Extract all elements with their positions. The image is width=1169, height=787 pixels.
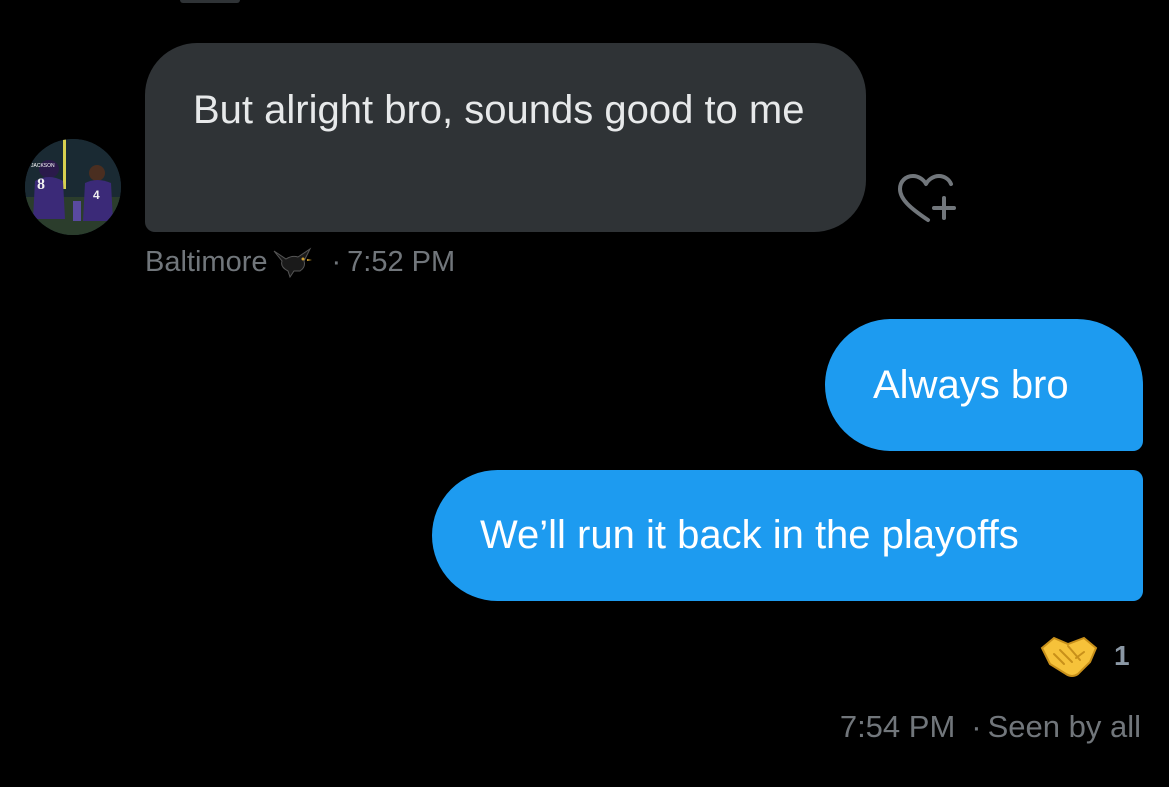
heart-plus-icon[interactable] bbox=[894, 172, 960, 224]
handshake-icon bbox=[1040, 636, 1098, 677]
reaction-count: 1 bbox=[1114, 640, 1130, 671]
seen-status: Seen by all bbox=[987, 709, 1141, 744]
outgoing-message-text: Always bro bbox=[873, 362, 1069, 407]
svg-text:8: 8 bbox=[37, 176, 45, 193]
outgoing-message-bubble[interactable]: Always bro bbox=[825, 319, 1143, 451]
scroll-edge-indicator bbox=[180, 0, 240, 3]
incoming-message-meta: Baltimore · 7:52 PM bbox=[145, 244, 455, 280]
sender-avatar[interactable]: 8 JACKSON 4 bbox=[25, 139, 121, 235]
outgoing-message-status: 7:54 PM · Seen by all bbox=[840, 709, 1141, 745]
blackbird-icon bbox=[270, 245, 314, 279]
sender-name[interactable]: Baltimore bbox=[145, 244, 268, 280]
outgoing-timestamp: 7:54 PM bbox=[839, 709, 956, 744]
meta-separator: · bbox=[971, 709, 982, 744]
svg-text:JACKSON: JACKSON bbox=[31, 163, 55, 169]
incoming-message-text: But alright bro, sounds good to me bbox=[193, 88, 805, 132]
profile-avatar-image: 8 JACKSON 4 bbox=[25, 139, 121, 235]
incoming-timestamp: 7:52 PM bbox=[347, 246, 456, 278]
outgoing-message-bubble[interactable]: We’ll run it back in the playoffs bbox=[432, 470, 1143, 601]
message-reaction[interactable]: 1 bbox=[1040, 632, 1130, 680]
incoming-message-bubble[interactable]: But alright bro, sounds good to me bbox=[145, 43, 866, 232]
meta-separator: · bbox=[331, 246, 342, 278]
outgoing-message-text: We’ll run it back in the playoffs bbox=[480, 513, 1019, 557]
svg-text:4: 4 bbox=[93, 188, 100, 202]
